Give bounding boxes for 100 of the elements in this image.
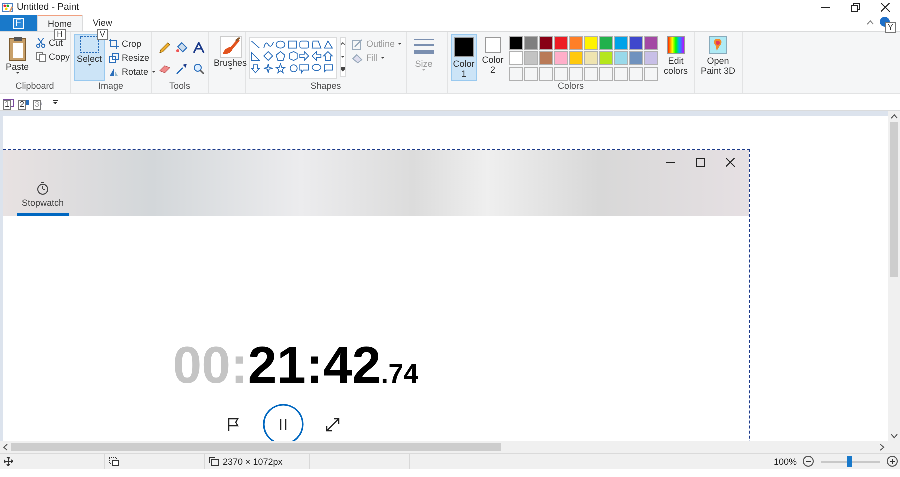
dropdown-caret-icon (380, 57, 385, 59)
dropdown-caret-icon (88, 64, 92, 66)
dropdown-caret-icon (53, 100, 58, 104)
color-spectrum-icon (667, 36, 685, 54)
zoom-in-button[interactable] (887, 456, 898, 467)
vertical-scrollbar[interactable] (888, 111, 900, 441)
scroll-down-icon (890, 434, 898, 439)
selection-icon (80, 36, 100, 54)
eyedropper-icon (176, 63, 188, 75)
pencil-icon (159, 42, 171, 54)
keytip-badge: V (97, 29, 108, 40)
color-swatch[interactable] (554, 36, 568, 50)
horizontal-scrollbar[interactable] (0, 441, 888, 453)
dropdown-caret-icon (398, 43, 402, 45)
stopwatch-tab[interactable]: Stopwatch (17, 182, 69, 216)
file-tab[interactable]: F (0, 15, 37, 31)
elapsed-time: 00:21:42.74 (173, 338, 420, 397)
pen-icon (352, 38, 364, 50)
group-label: Image (97, 81, 124, 93)
crop-icon (109, 39, 120, 49)
brushes-button[interactable]: Brushes (211, 34, 250, 81)
color-swatch[interactable] (644, 51, 658, 66)
paint-3d-icon (709, 36, 728, 54)
keytip-badge: H (54, 29, 66, 40)
color-swatch[interactable] (629, 36, 643, 50)
gallery-scroll-buttons[interactable] (340, 37, 346, 77)
scroll-up-icon (890, 114, 898, 119)
dropdown-caret-icon (228, 68, 233, 70)
collapse-ribbon-button[interactable] (867, 20, 874, 25)
color-slot-button[interactable]: Color 1 (451, 34, 477, 81)
color-swatch[interactable] (614, 36, 628, 50)
close-icon (880, 3, 890, 12)
copy-icon (36, 52, 46, 62)
color-swatch[interactable] (539, 36, 553, 50)
ribbon-tab[interactable]: View (83, 15, 122, 31)
eraser-icon (159, 63, 171, 75)
customize-toolbar-button[interactable] (53, 100, 58, 104)
brush-icon (220, 36, 242, 58)
expand-button[interactable] (326, 418, 340, 432)
color-swatch[interactable] (554, 51, 568, 66)
ribbon-tab[interactable]: Home (37, 15, 84, 31)
plus-icon (887, 456, 898, 467)
crop-button[interactable]: Crop (108, 37, 157, 51)
image-dimensions: 2370 × 1072px (223, 456, 283, 466)
rotate-icon (109, 67, 120, 77)
selection-size-icon (109, 457, 119, 466)
color-swatch[interactable] (539, 51, 553, 66)
window-title: Untitled - Paint (17, 2, 80, 13)
paste-button[interactable]: Paste (3, 34, 32, 81)
group-label: Tools (168, 81, 192, 93)
line-widths-icon (413, 38, 435, 56)
group-label: Clipboard (14, 81, 56, 93)
group-label: Shapes (310, 81, 342, 93)
keytip-badge: Y (885, 22, 896, 33)
quick-access-button[interactable]: 2 (18, 94, 30, 110)
scroll-left-icon (3, 444, 8, 450)
scissors-icon (36, 38, 46, 48)
color-swatch[interactable] (584, 51, 598, 66)
canvas-size-icon (209, 457, 219, 466)
color-swatch[interactable] (509, 36, 523, 50)
maximize-icon (696, 158, 704, 166)
edit-colors-button[interactable]: Edit colors (661, 34, 692, 81)
quick-access-button[interactable]: 1 (3, 94, 15, 110)
color-swatch[interactable] (644, 36, 658, 50)
pause-button[interactable] (263, 404, 304, 441)
resize-icon (109, 53, 120, 63)
minus-icon (803, 456, 814, 467)
color-swatch[interactable] (614, 51, 628, 66)
shapes-gallery[interactable] (249, 37, 338, 79)
color-swatch[interactable] (569, 36, 583, 50)
color-swatch[interactable] (524, 36, 538, 50)
resize-button[interactable]: Resize (108, 51, 157, 65)
color-swatch[interactable] (599, 36, 613, 50)
magnifier-icon (193, 63, 205, 75)
copy-button[interactable]: Copy (35, 50, 72, 64)
lap-button[interactable] (227, 418, 241, 432)
zoom-out-button[interactable] (803, 456, 814, 467)
caret-icon (867, 20, 874, 25)
color-swatch[interactable] (509, 51, 523, 66)
slider-thumb[interactable] (847, 456, 852, 467)
scroll-arrows-icon (341, 42, 346, 72)
dropdown-caret-icon (16, 72, 20, 74)
paint-bucket-icon (352, 52, 364, 64)
color-swatch[interactable] (524, 51, 538, 66)
open-paint-3d-button[interactable]: Open Paint 3D (698, 34, 739, 81)
move-cursor-icon (4, 457, 13, 466)
expand-icon (326, 418, 340, 432)
color-slot-button[interactable]: Color 2 (480, 34, 506, 81)
color-swatch[interactable] (569, 51, 583, 66)
scroll-right-icon (880, 444, 885, 450)
zoom-level: 100% (774, 456, 797, 466)
color-swatch[interactable] (629, 51, 643, 66)
close-icon (726, 158, 734, 166)
color-swatch[interactable] (584, 36, 598, 50)
stopwatch-icon (37, 182, 49, 195)
dropdown-caret-icon (152, 71, 156, 73)
rotate-button[interactable]: Rotate (108, 65, 157, 79)
restore-icon (850, 3, 860, 12)
color-swatch[interactable] (599, 51, 613, 66)
flag-icon (227, 418, 241, 432)
